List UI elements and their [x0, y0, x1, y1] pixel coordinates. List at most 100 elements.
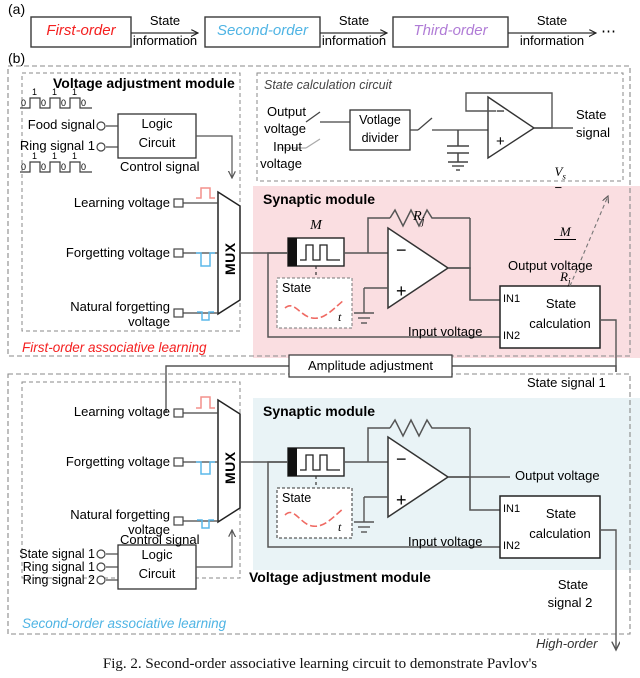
formula-lhs-sub: s [562, 171, 566, 182]
so-control-signal-label: Control signal [120, 532, 200, 547]
so-control-signal-wire [196, 530, 232, 568]
figure-caption: Fig. 2. Second-order associative learnin… [102, 656, 538, 672]
state-signal-2-label-line2: signal 2 [547, 595, 593, 610]
fo-ring-wave-bit-0: 0 [21, 162, 27, 172]
so-logic-block-line2: Circuit [138, 566, 176, 581]
fo-scc-input-voltage-line2: voltage [260, 156, 302, 171]
so-output-voltage-label: Output voltage [515, 468, 600, 483]
fo-state-inset-label: State [282, 281, 312, 295]
fo-food-wave-bit-0: 0 [21, 98, 27, 108]
fo-mux-label: MUX [222, 242, 238, 275]
fo-feedback-resistor-label: Rj [413, 208, 425, 227]
so-input-ring-signal-1-label: Ring signal 1 [22, 560, 95, 574]
fo-control-signal-wire [196, 135, 232, 178]
state-signal-1-label: State signal 1 [527, 375, 606, 390]
fo-mux-input-natural-forgetting-voltage-label: Natural forgetting voltage [70, 299, 170, 329]
fo-output-voltage-label: Output voltage [508, 258, 593, 273]
state-signal-1-wire [600, 319, 617, 372]
so-state-inset-label: State [282, 491, 312, 505]
so-learning-pulse-icon [196, 396, 215, 409]
panel-a-arrow-label-2-line1: State [338, 13, 370, 28]
fo-food-wave-bit-6: 0 [81, 98, 87, 108]
fo-scc-capacitor [447, 130, 469, 162]
so-mux-label: MUX [222, 451, 238, 484]
fo-synaptic-module-title: Synaptic module [263, 191, 376, 207]
fo-state-calc-in1-label: IN1 [503, 293, 521, 305]
fo-ring-wave-bit-2: 0 [41, 162, 47, 172]
panel-a-label: (a) [8, 1, 26, 17]
so-mux-input-learning-voltage-label: Learning voltage [73, 404, 170, 419]
fo-scc-opamp [487, 95, 536, 160]
fo-scc-ground [448, 161, 468, 171]
panel-b-label: (b) [8, 50, 26, 66]
so-logic-block-line1: Logic [141, 547, 173, 562]
fo-state-calc-block-line1: State [545, 296, 577, 311]
fo-voltage-divider-line2: divider [361, 131, 399, 145]
so-input-ring-signal-2-label: Ring signal 2 [22, 573, 95, 587]
fo-food-wave-bit-4: 0 [61, 98, 67, 108]
fo-scc-input-voltage-line1: Input [273, 139, 302, 154]
fo-scc-output-voltage-line1: Output [266, 104, 306, 119]
fo-scc-state-signal-line1: State [576, 107, 607, 122]
so-forgetting-pulse-icon [196, 461, 215, 475]
so-state-inset-axis-label: t [338, 520, 342, 534]
fo-state-calc-block-line2: calculation [529, 316, 591, 331]
fo-logic-block-line2: Circuit [138, 135, 176, 150]
scc-opamp-minus-sign: − [496, 103, 505, 120]
so-mux-input-forgetting-voltage-label: Forgetting voltage [65, 454, 170, 469]
figure-root: (a) First-order Second-order Third-order… [0, 0, 640, 678]
high-order-label: High-order [536, 636, 598, 651]
fo-input-food-signal-label: Food signal [27, 117, 95, 132]
fo-opamp-ground [354, 287, 388, 324]
panel-a-block-third-order: Third-order [413, 22, 488, 39]
so-opamp-ground [354, 496, 388, 533]
so-synaptic-module-title: Synaptic module [263, 403, 376, 419]
first-order-section-label: First-order associative learning [22, 340, 207, 355]
fo-voltage-divider-line1: Votlage [359, 113, 401, 127]
panel-a-block-second-order: Second-order [217, 22, 308, 39]
so-memristor-symbol [287, 447, 345, 477]
so-state-calc-block-line1: State [545, 506, 577, 521]
state-signal-2-label-line1: State [557, 577, 589, 592]
fo-food-wave-bit-3: 1 [52, 87, 58, 97]
panel-a-ellipsis: ⋯ [601, 23, 616, 40]
so-mux-input-wires [173, 408, 218, 526]
fo-food-wave-bit-5: 1 [72, 87, 78, 97]
fo-ring-wave-bit-6: 0 [81, 162, 87, 172]
so-opamp-minus-sign: − [396, 449, 407, 469]
panel-a-arrow-label-1-line1: State [149, 13, 181, 28]
fo-input-voltage-label: Input voltage [408, 324, 483, 339]
fo-logic-input-wires [96, 121, 118, 152]
panel-a-arrow-label-3-line1: State [536, 13, 568, 28]
fo-input-ring-signal-1-label: Ring signal 1 [19, 138, 95, 153]
so-state-calc-in2-label: IN2 [503, 540, 521, 552]
so-voltage-adjustment-title: Voltage adjustment module [249, 569, 431, 585]
fo-output-voltage-wire [448, 267, 500, 301]
fo-scc-output-voltage-line2: voltage [264, 121, 306, 136]
scc-opamp-plus-sign: + [496, 133, 505, 150]
fo-forgetting-pulse-icon [196, 252, 215, 267]
amplitude-adjustment-label: Amplitude adjustment [307, 358, 433, 373]
second-order-section-label: Second-order associative learning [22, 616, 227, 631]
fo-opamp-plus-sign: + [396, 281, 407, 301]
so-state-calc-block-line2: calculation [529, 526, 591, 541]
so-logic-input-wires [96, 549, 118, 585]
fo-memristor-symbol [287, 237, 345, 267]
fo-memristor-label: M [310, 218, 322, 233]
so-state-calc-in1-label: IN1 [503, 503, 521, 515]
fo-mux-input-forgetting-voltage-label: Forgetting voltage [65, 245, 170, 260]
panel-a-arrow-label-3-line2: information [519, 33, 585, 48]
fo-mux-input-learning-voltage-label: Learning voltage [73, 195, 170, 210]
fo-food-wave-bit-2: 0 [41, 98, 47, 108]
fo-state-calc-circuit-title: State calculation circuit [264, 78, 392, 92]
fo-state-calc-in2-label: IN2 [503, 330, 521, 342]
fo-control-signal-label: Control signal [120, 159, 200, 174]
fo-scc-state-signal-line2: signal [576, 125, 610, 140]
panel-a-arrow-label-2-line2: information [321, 33, 387, 48]
fo-food-wave-bit-1: 1 [32, 87, 38, 97]
fo-scc-switch-3 [410, 117, 488, 131]
fo-mux-input-wires [173, 198, 218, 318]
fo-ring-wave-bit-4: 0 [61, 162, 67, 172]
fo-state-inset-axis-label: t [338, 310, 342, 324]
fo-scc-switch-1 [305, 111, 350, 123]
